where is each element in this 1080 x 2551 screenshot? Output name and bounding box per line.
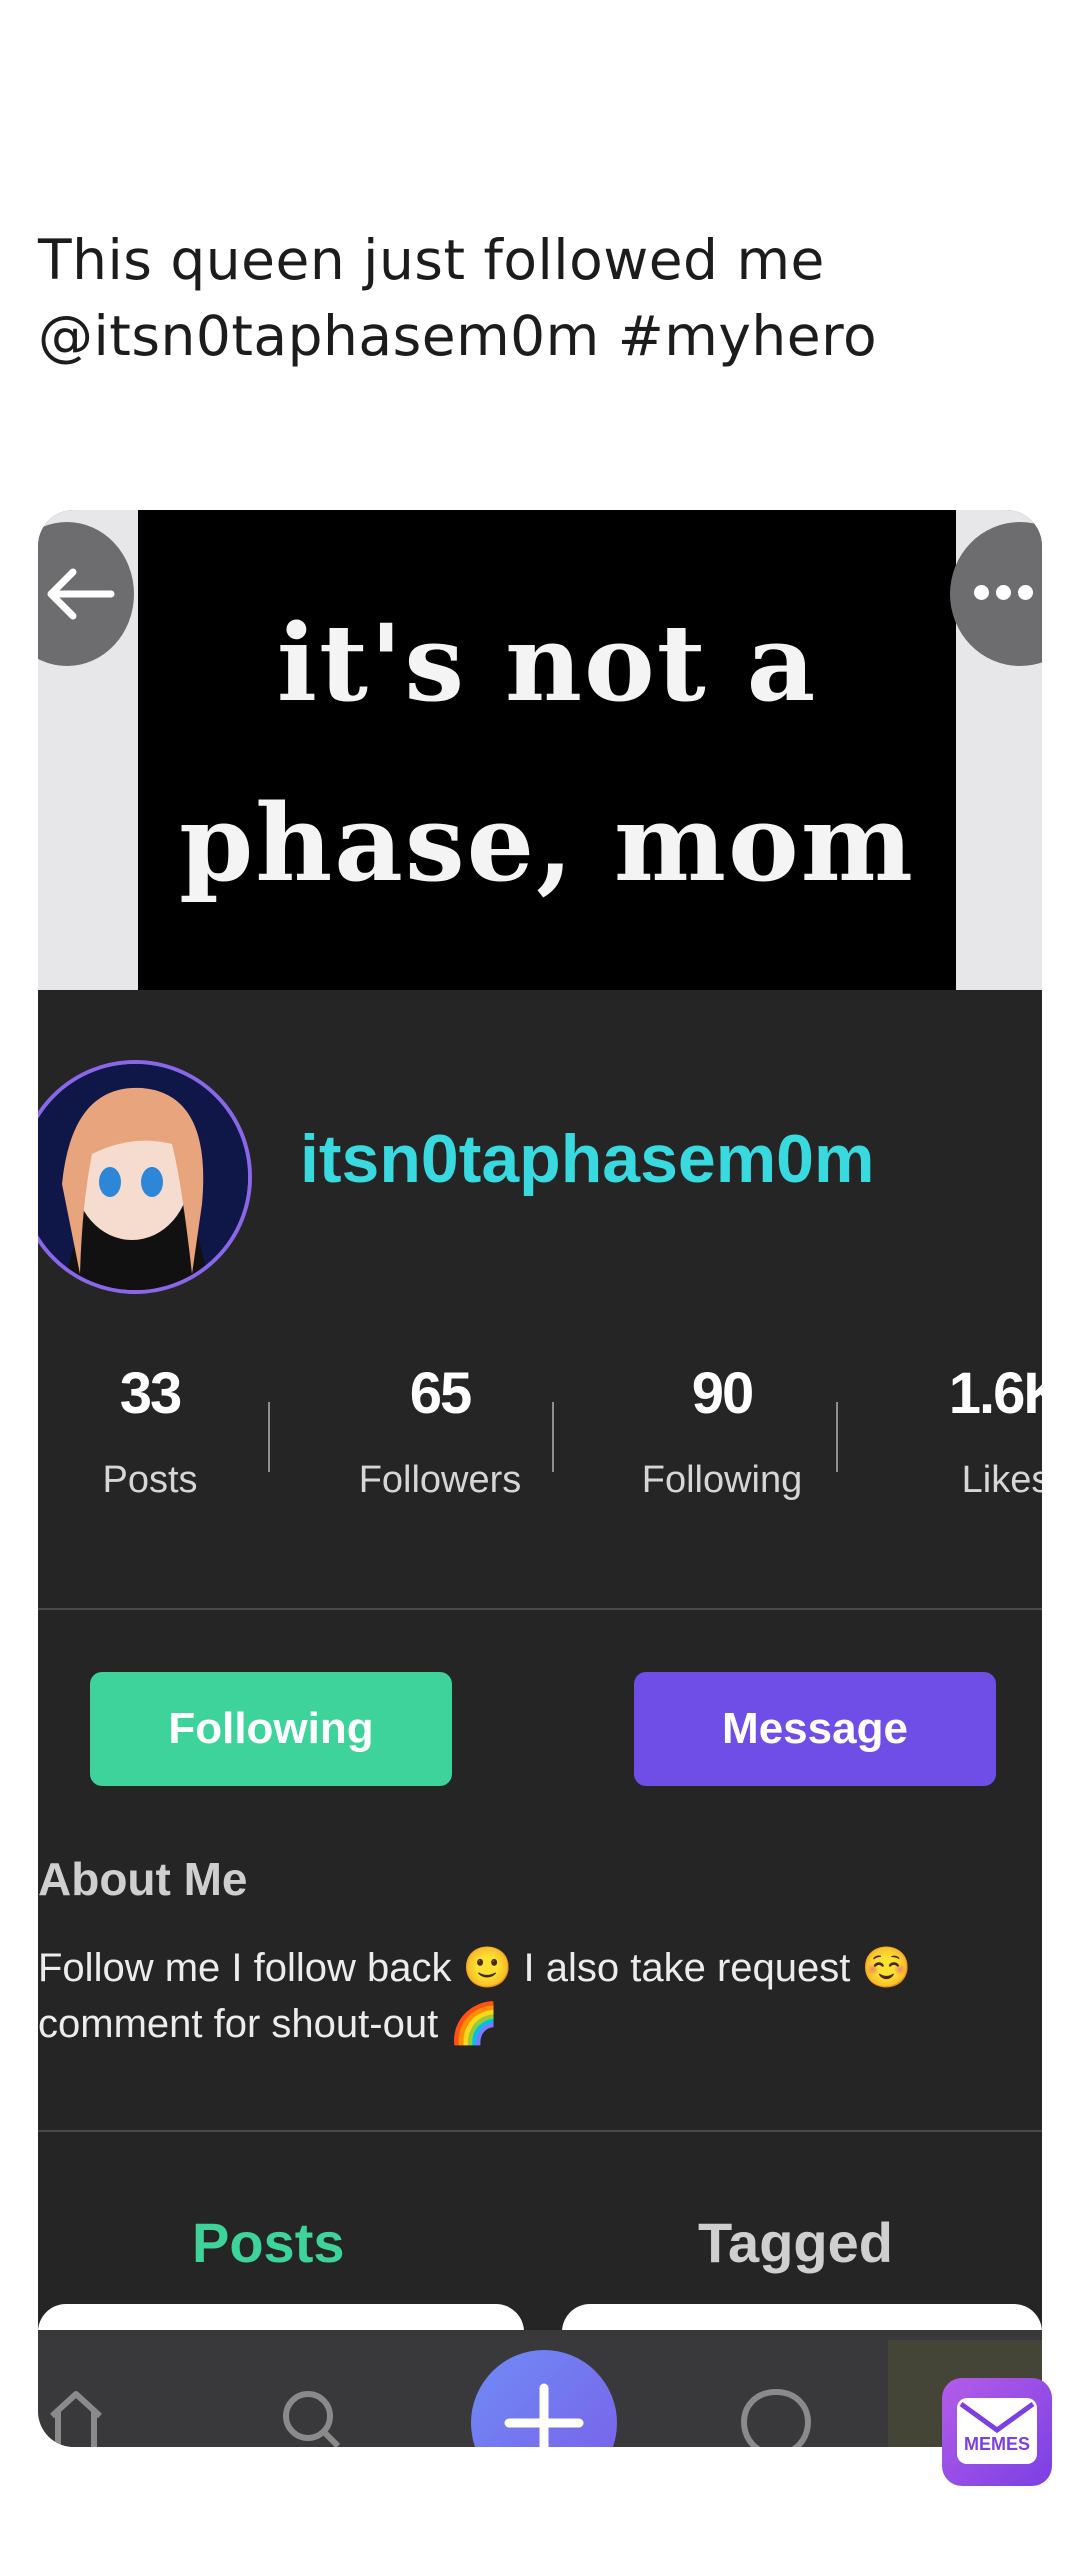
about-text: Follow me I follow back 🙂 I also take re… bbox=[38, 1946, 912, 2046]
stat-following[interactable]: 90 Following bbox=[612, 1360, 832, 1502]
watermark-text: MEMES bbox=[963, 2434, 1030, 2454]
divider bbox=[38, 2130, 1042, 2132]
tab-tagged[interactable]: Tagged bbox=[698, 2210, 893, 2275]
stat-divider bbox=[268, 1402, 270, 1472]
stat-posts[interactable]: 33 Posts bbox=[40, 1360, 260, 1502]
stat-divider bbox=[552, 1402, 554, 1472]
profile-screenshot: it's not a phase, mom itsn0taphasem0m 33… bbox=[38, 510, 1042, 2447]
plus-icon bbox=[504, 2383, 584, 2447]
stat-following-label: Following bbox=[641, 1459, 803, 1501]
banner-sign: it's not a phase, mom bbox=[138, 510, 956, 990]
stat-followers-label: Followers bbox=[358, 1459, 522, 1501]
stat-likes-label: Likes bbox=[961, 1459, 1042, 1501]
banner-text-line-1: it's not a bbox=[276, 600, 818, 725]
stat-following-value: 90 bbox=[691, 1361, 755, 1426]
caption-line-1: This queen just followed me bbox=[38, 228, 825, 292]
stat-likes[interactable]: 1.6K Likes bbox=[896, 1360, 1042, 1502]
divider bbox=[38, 1608, 1042, 1610]
message-button[interactable]: Message bbox=[634, 1672, 996, 1786]
following-button[interactable]: Following bbox=[90, 1672, 452, 1786]
banner-text-line-2: phase, mom bbox=[179, 780, 915, 905]
stat-likes-value: 1.6K bbox=[948, 1361, 1042, 1426]
about-title: About Me bbox=[38, 1853, 248, 1905]
post-caption: This queen just followed me @itsn0taphas… bbox=[38, 222, 1038, 374]
stat-followers-value: 65 bbox=[409, 1361, 473, 1426]
stat-divider bbox=[836, 1402, 838, 1472]
chat-icon[interactable] bbox=[738, 2384, 814, 2447]
home-icon[interactable] bbox=[46, 2384, 106, 2447]
arrow-left-icon bbox=[47, 568, 115, 620]
memes-watermark: MEMES bbox=[942, 2378, 1052, 2486]
caption-line-2: @itsn0taphasem0m #myhero bbox=[38, 304, 878, 368]
anime-avatar-image bbox=[38, 1064, 248, 1290]
tab-posts[interactable]: Posts bbox=[192, 2210, 345, 2275]
stat-posts-label: Posts bbox=[102, 1459, 198, 1501]
avatar[interactable] bbox=[38, 1060, 252, 1294]
create-post-button[interactable] bbox=[471, 2350, 617, 2447]
stat-followers[interactable]: 65 Followers bbox=[330, 1360, 550, 1502]
profile-panel: itsn0taphasem0m 33 Posts 65 Followers 90… bbox=[38, 990, 1042, 2447]
search-icon[interactable] bbox=[276, 2384, 346, 2447]
username: itsn0taphasem0m bbox=[300, 1121, 875, 1197]
stat-posts-value: 33 bbox=[119, 1361, 183, 1426]
